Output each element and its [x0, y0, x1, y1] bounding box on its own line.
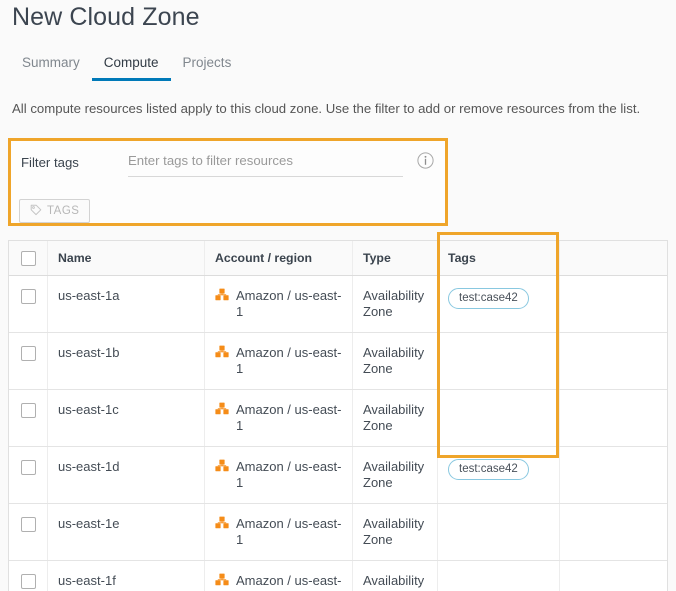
column-header-account-region[interactable]: Account / region: [204, 241, 352, 275]
column-header-tags[interactable]: Tags: [437, 241, 559, 275]
cell-account-region: Amazon / us-east-1: [204, 447, 352, 503]
cell-spacer: [559, 276, 667, 332]
info-circle-icon[interactable]: [417, 152, 434, 169]
row-checkbox[interactable]: [21, 289, 36, 304]
cell-spacer: [559, 561, 667, 591]
select-all-cell: [9, 241, 47, 275]
row-select-cell: [9, 333, 47, 389]
filter-tags-panel: Filter tags TAGS: [8, 138, 448, 226]
cell-name: us-east-1d: [47, 447, 204, 503]
cell-tags: [437, 390, 559, 446]
row-select-cell: [9, 390, 47, 446]
cell-tags: test:case42: [437, 447, 559, 503]
tab-projects[interactable]: Projects: [171, 55, 244, 81]
cell-account-label: Amazon / us-east-1: [236, 402, 342, 433]
tag-icon: [30, 204, 42, 219]
aws-icon: [215, 288, 229, 306]
cell-spacer: [559, 333, 667, 389]
cell-type: Availability Zone: [352, 504, 437, 560]
filter-tags-input[interactable]: [128, 150, 403, 172]
cell-name: us-east-1c: [47, 390, 204, 446]
tags-button-label: TAGS: [47, 205, 80, 217]
cell-type: Availability Zone: [352, 561, 437, 591]
aws-icon: [215, 402, 229, 420]
cell-account-region: Amazon / us-east-1: [204, 504, 352, 560]
computes-datagrid: Name Account / region Type Tags us-east-…: [8, 240, 668, 591]
row-checkbox[interactable]: [21, 403, 36, 418]
cell-account-region: Amazon / us-east-1: [204, 390, 352, 446]
row-select-cell: [9, 447, 47, 503]
aws-icon: [215, 573, 229, 591]
cell-tags: [437, 561, 559, 591]
aws-icon: [215, 459, 229, 477]
row-checkbox[interactable]: [21, 460, 36, 475]
table-row[interactable]: us-east-1d Amazon / us-east-1 Availabili…: [9, 447, 667, 504]
tab-bar: Summary Compute Projects: [10, 53, 243, 81]
aws-icon: [215, 516, 229, 534]
cell-account-label: Amazon / us-east-1: [236, 573, 342, 591]
column-header-spacer: [559, 241, 667, 275]
table-row[interactable]: us-east-1c Amazon / us-east-1 Availabili…: [9, 390, 667, 447]
cell-type: Availability Zone: [352, 390, 437, 446]
cell-account-label: Amazon / us-east-1: [236, 516, 342, 547]
cell-spacer: [559, 447, 667, 503]
table-row[interactable]: us-east-1f Amazon / us-east-1: [9, 561, 667, 591]
page-title: New Cloud Zone: [12, 3, 200, 31]
row-checkbox[interactable]: [21, 574, 36, 589]
page-description: All compute resources listed apply to th…: [12, 101, 641, 116]
cell-account-region: Amazon / us-east-1: [204, 276, 352, 332]
tab-compute[interactable]: Compute: [91, 55, 171, 81]
cell-tags: [437, 333, 559, 389]
cell-spacer: [559, 504, 667, 560]
aws-icon: [215, 345, 229, 363]
row-checkbox[interactable]: [21, 346, 36, 361]
datagrid-header-row: Name Account / region Type Tags: [9, 241, 667, 276]
row-select-cell: [9, 561, 47, 591]
table-row[interactable]: us-east-1b Amazon / us-east-1 Availabili…: [9, 333, 667, 390]
cell-tags: test:case42: [437, 276, 559, 332]
cell-account-region: Amazon / us-east-1: [204, 333, 352, 389]
cell-account-label: Amazon / us-east-1: [236, 288, 342, 319]
cloud-zone-page: New Cloud Zone Summary Compute Projects …: [0, 0, 676, 591]
cell-type: Availability Zone: [352, 333, 437, 389]
row-checkbox[interactable]: [21, 517, 36, 532]
tag-chip[interactable]: test:case42: [448, 288, 529, 309]
tab-summary[interactable]: Summary: [10, 55, 92, 81]
select-all-checkbox[interactable]: [21, 250, 36, 266]
cell-account-label: Amazon / us-east-1: [236, 345, 342, 376]
filter-tags-label: Filter tags: [21, 155, 79, 170]
cell-account-region: Amazon / us-east-1: [204, 561, 352, 591]
cell-name: us-east-1f: [47, 561, 204, 591]
column-header-name[interactable]: Name: [47, 241, 204, 275]
cell-type: Availability Zone: [352, 276, 437, 332]
row-select-cell: [9, 504, 47, 560]
cell-spacer: [559, 390, 667, 446]
cell-name: us-east-1b: [47, 333, 204, 389]
cell-account-label: Amazon / us-east-1: [236, 459, 342, 490]
cell-tags: [437, 504, 559, 560]
filter-tags-input-wrapper: [128, 150, 403, 177]
cell-type: Availability Zone: [352, 447, 437, 503]
tag-chip[interactable]: test:case42: [448, 459, 529, 480]
cell-name: us-east-1e: [47, 504, 204, 560]
column-header-type[interactable]: Type: [352, 241, 437, 275]
tags-button[interactable]: TAGS: [19, 199, 91, 223]
cell-name: us-east-1a: [47, 276, 204, 332]
table-row[interactable]: us-east-1a Amazon / us-east-1 Availabili…: [9, 276, 667, 333]
row-select-cell: [9, 276, 47, 332]
table-row[interactable]: us-east-1e Amazon / us-east-1 Availabili…: [9, 504, 667, 561]
